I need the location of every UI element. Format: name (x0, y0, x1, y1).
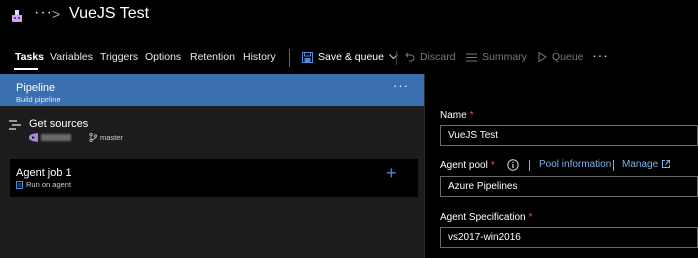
tab-retention[interactable]: Retention (190, 51, 235, 63)
manage-link[interactable]: Manage (622, 159, 658, 170)
breadcrumb: ··· > VueJS Test (0, 0, 698, 34)
tab-history[interactable]: History (243, 51, 276, 63)
play-icon (538, 52, 547, 62)
branch-icon (89, 133, 97, 142)
discard-button[interactable]: Discard (405, 51, 456, 63)
repo-name-redacted (41, 134, 71, 141)
discard-label: Discard (420, 51, 456, 63)
pipeline-tasks-panel: Pipeline Build pipeline ··· Get sources … (0, 74, 424, 258)
pipeline-item[interactable]: Pipeline Build pipeline ··· (0, 74, 424, 106)
tab-toolbar: Tasks Variables Triggers Options Retenti… (0, 44, 698, 72)
active-tab-indicator (14, 68, 38, 70)
properties-panel: Name * VueJS Test Agent pool * Pool inform… (424, 74, 698, 258)
page-title: VueJS Test (69, 5, 150, 22)
name-label-text: Name (440, 110, 467, 121)
agent-pool-label: Agent pool * (440, 160, 495, 171)
undo-icon (405, 52, 415, 62)
tab-triggers[interactable]: Triggers (100, 51, 138, 63)
pipeline-title: Pipeline (16, 82, 56, 94)
branch-name: master (100, 133, 123, 142)
agent-pool-label-text: Agent pool (440, 160, 488, 171)
agent-spec-select[interactable]: vs2017-win2016 (440, 227, 698, 248)
pipelines-app-icon[interactable] (10, 9, 24, 23)
list-icon (466, 53, 477, 61)
add-task-button[interactable]: + (386, 163, 397, 184)
required-mark: * (490, 160, 495, 171)
name-input[interactable]: VueJS Test (440, 125, 698, 146)
agent-spec-label: Agent Specification * (440, 212, 533, 223)
agent-job-subtitle: Run on agent (26, 180, 72, 189)
get-sources-title: Get sources (29, 118, 89, 130)
toolbar-more-button[interactable]: ··· (592, 47, 609, 63)
agent-job-item[interactable]: Agent job 1 Run on agent + (10, 159, 418, 197)
link-separator (529, 160, 530, 171)
tab-tasks[interactable]: Tasks (15, 51, 44, 63)
repo-icon (29, 133, 38, 142)
toolbar-divider (289, 49, 290, 67)
queue-label: Queue (552, 51, 584, 63)
save-queue-label: Save & queue (318, 51, 384, 63)
external-link-icon (662, 160, 670, 168)
breadcrumb-more-button[interactable]: ··· (34, 4, 53, 22)
tab-variables[interactable]: Variables (50, 51, 93, 63)
save-queue-button[interactable]: Save & queue (302, 51, 398, 63)
pool-information-link[interactable]: Pool information (539, 159, 611, 170)
agent-spec-label-text: Agent Specification (440, 212, 526, 223)
queue-button[interactable]: Queue (538, 51, 584, 63)
pipeline-more-button[interactable]: ··· (393, 78, 409, 93)
summary-button[interactable]: Summary (466, 51, 527, 63)
required-mark: * (469, 110, 474, 121)
get-sources-icon (9, 120, 21, 130)
agent-job-title: Agent job 1 (16, 167, 72, 179)
info-icon[interactable] (507, 159, 519, 171)
save-icon (302, 51, 313, 63)
agent-job-icon (16, 181, 23, 189)
agent-pool-select[interactable]: Azure Pipelines (440, 176, 698, 197)
required-mark: * (528, 212, 533, 223)
breadcrumb-separator: > (52, 6, 61, 22)
link-separator (613, 160, 614, 171)
pipeline-subtitle: Build pipeline (16, 95, 61, 104)
tab-options[interactable]: Options (145, 51, 181, 63)
toolbar-divider-2 (396, 51, 397, 65)
get-sources-item[interactable]: Get sources master (0, 116, 424, 146)
summary-label: Summary (482, 51, 527, 63)
name-label: Name * (440, 110, 474, 121)
